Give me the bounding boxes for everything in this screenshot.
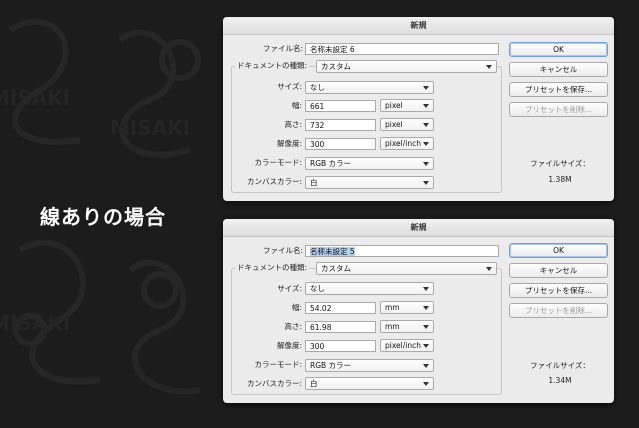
document-type-label: ドキュメントの種類: (235, 262, 310, 274)
cancel-button[interactable]: キャンセル (509, 62, 608, 77)
delete-preset-button[interactable]: プリセットを削除... (509, 303, 608, 318)
watermark-text-1: MISAKI (0, 86, 70, 110)
chevron-down-icon (423, 287, 429, 291)
save-preset-button[interactable]: プリセットを保存... (509, 283, 608, 298)
chevron-down-icon (486, 267, 492, 271)
document-type-value: カスタム (321, 62, 351, 71)
color-mode-value: RGB カラー (310, 159, 352, 168)
chevron-down-icon (423, 142, 429, 146)
size-select[interactable]: なし (305, 81, 434, 94)
chevron-down-icon (423, 181, 429, 185)
color-mode-select[interactable]: RGB カラー (305, 359, 434, 372)
resolution-unit-select[interactable]: pixel/inch (380, 339, 434, 352)
color-mode-label: カラーモード: (254, 158, 302, 167)
height-label: 高さ: (284, 322, 302, 331)
file-name-label: ファイル名: (262, 44, 303, 53)
file-name-label: ファイル名: (262, 246, 303, 255)
width-value: 661 (310, 102, 325, 111)
height-input[interactable]: 732 (305, 119, 376, 131)
chevron-down-icon (423, 306, 429, 310)
resolution-label: 解像度: (276, 139, 302, 148)
size-label: サイズ: (277, 284, 302, 293)
document-type-label: ドキュメントの種類: (235, 60, 310, 72)
width-unit-select[interactable]: pixel (380, 99, 434, 112)
width-input[interactable]: 661 (305, 100, 376, 112)
color-mode-select[interactable]: RGB カラー (305, 157, 434, 170)
dialog-title: 新規 (223, 219, 614, 237)
file-name-input[interactable]: 名称未設定 6 (305, 43, 499, 55)
height-unit-value: mm (385, 322, 400, 331)
canvas-color-value: 白 (310, 178, 318, 187)
resolution-label: 解像度: (276, 341, 302, 350)
canvas-color-label: カンバスカラー: (246, 177, 302, 186)
resolution-unit-value: pixel/inch (385, 139, 421, 148)
file-name-input[interactable]: 名称未設定 5 (305, 245, 499, 257)
width-label: 幅: (291, 303, 302, 312)
canvas-color-label: カンバスカラー: (246, 379, 302, 388)
width-value: 54.02 (310, 304, 332, 313)
cancel-button[interactable]: キャンセル (509, 263, 608, 278)
new-document-dialog-1: 新規 ファイル名: 名称未設定 6 ドキュメントの種類: カスタム サイズ: な… (223, 17, 614, 201)
width-unit-select[interactable]: mm (380, 301, 434, 314)
document-type-select[interactable]: カスタム (316, 262, 497, 275)
chevron-down-icon (423, 86, 429, 90)
height-label: 高さ: (284, 120, 302, 129)
chevron-down-icon (486, 65, 492, 69)
dialog-title: 新規 (223, 17, 614, 35)
color-mode-label: カラーモード: (254, 360, 302, 369)
chevron-down-icon (423, 104, 429, 108)
resolution-value: 300 (310, 140, 325, 149)
width-unit-value: pixel (385, 101, 403, 110)
width-label: 幅: (291, 101, 302, 110)
size-label: サイズ: (277, 82, 302, 91)
canvas-color-select[interactable]: 白 (305, 176, 434, 189)
save-preset-button[interactable]: プリセットを保存... (509, 82, 608, 97)
chevron-down-icon (423, 364, 429, 368)
chevron-down-icon (423, 325, 429, 329)
height-unit-select[interactable]: mm (380, 320, 434, 333)
chevron-down-icon (423, 162, 429, 166)
resolution-input[interactable]: 300 (305, 138, 376, 150)
watermark-text-3: MISAKI (0, 311, 70, 335)
file-size-value: 1.34M (548, 376, 572, 385)
height-value: 61.98 (310, 323, 332, 332)
file-size-label: ファイルサイズ： (530, 361, 590, 370)
resolution-unit-select[interactable]: pixel/inch (380, 137, 434, 150)
height-value: 732 (310, 121, 325, 130)
new-document-dialog-2: 新規 ファイル名: 名称未設定 5 ドキュメントの種類: カスタム サイズ: な… (223, 219, 614, 403)
resolution-unit-value: pixel/inch (385, 341, 421, 350)
chevron-down-icon (423, 382, 429, 386)
document-type-select[interactable]: カスタム (316, 60, 497, 73)
file-name-value: 名称未設定 5 (310, 247, 355, 256)
height-input[interactable]: 61.98 (305, 321, 376, 333)
ok-button[interactable]: OK (509, 42, 608, 57)
watermark-text-2: MISAKI (110, 116, 190, 140)
color-mode-value: RGB カラー (310, 361, 352, 370)
size-select[interactable]: なし (305, 282, 434, 295)
delete-preset-button[interactable]: プリセットを削除... (509, 102, 608, 117)
file-size-label: ファイルサイズ： (530, 159, 590, 168)
canvas-color-select[interactable]: 白 (305, 377, 434, 390)
width-unit-value: mm (385, 303, 400, 312)
height-unit-select[interactable]: pixel (380, 118, 434, 131)
canvas-color-value: 白 (310, 379, 318, 388)
caption-text: 線ありの場合 (40, 205, 166, 229)
chevron-down-icon (423, 123, 429, 127)
resolution-input[interactable]: 300 (305, 340, 376, 352)
document-type-value: カスタム (321, 264, 351, 273)
height-unit-value: pixel (385, 120, 403, 129)
size-value: なし (310, 284, 325, 293)
chevron-down-icon (423, 344, 429, 348)
resolution-value: 300 (310, 342, 325, 351)
ok-button[interactable]: OK (509, 243, 608, 258)
width-input[interactable]: 54.02 (305, 302, 376, 314)
file-name-value: 名称未設定 6 (310, 45, 355, 54)
file-size-value: 1.38M (548, 175, 572, 184)
size-value: なし (310, 83, 325, 92)
